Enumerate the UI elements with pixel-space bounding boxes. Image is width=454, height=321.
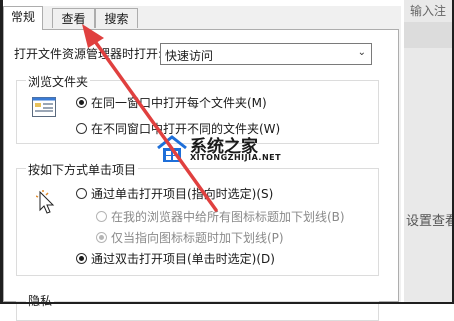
folder-window-icon bbox=[32, 97, 56, 120]
tab-search[interactable]: 搜索 bbox=[95, 8, 138, 28]
radio-button[interactable] bbox=[76, 188, 87, 199]
radio-button[interactable] bbox=[76, 253, 87, 264]
watermark-url: XITONGZHIJIA.NET bbox=[190, 153, 282, 162]
watermark-logo: 系统之家 XITONGZHIJIA.NET bbox=[156, 129, 301, 169]
background-window: 输入注 设置查看 bbox=[404, 0, 454, 302]
radio-double-click[interactable]: 通过双击打开项目(单击时选定)(D) bbox=[76, 250, 275, 267]
browse-folders-title: 浏览文件夹 bbox=[26, 73, 91, 90]
radio-same-window[interactable]: 在同一窗口中打开每个文件夹(M) bbox=[76, 94, 267, 111]
radio-button[interactable] bbox=[76, 123, 87, 134]
tab-view[interactable]: 查看 bbox=[52, 8, 95, 28]
radio-same-window-label: 在同一窗口中打开每个文件夹(M) bbox=[91, 96, 267, 110]
chevron-down-icon: ⌄ bbox=[357, 47, 366, 58]
privacy-group bbox=[16, 301, 379, 321]
house-logo-icon bbox=[157, 135, 187, 162]
radio-double-click-label: 通过双击打开项目(单击时选定)(D) bbox=[91, 252, 275, 266]
background-text-top: 输入注 bbox=[410, 4, 447, 18]
background-bar bbox=[404, 22, 452, 48]
radio-button bbox=[96, 211, 107, 222]
radio-underline-all-label: 在我的浏览器中给所有图标标题加下划线(B) bbox=[111, 210, 345, 224]
cursor-click-icon bbox=[35, 190, 60, 221]
radio-underline-point-label: 仅当指向图标标题时加下划线(P) bbox=[111, 231, 284, 245]
radio-underline-all: 在我的浏览器中给所有图标标题加下划线(B) bbox=[96, 208, 345, 225]
radio-underline-point: 仅当指向图标标题时加下划线(P) bbox=[96, 229, 284, 246]
privacy-title: 隐私 bbox=[26, 292, 55, 309]
open-explorer-value: 快速访问 bbox=[165, 49, 214, 63]
open-explorer-label: 打开文件资源管理器时打开: bbox=[14, 47, 163, 61]
radio-single-click-label: 通过单击打开项目(指向时选定)(S) bbox=[91, 187, 274, 201]
tab-general[interactable]: 常规 bbox=[3, 6, 43, 30]
radio-single-click[interactable]: 通过单击打开项目(指向时选定)(S) bbox=[76, 185, 273, 202]
click-items-title: 按如下方式单击项目 bbox=[26, 161, 139, 178]
open-explorer-select[interactable]: 快速访问 ⌄ bbox=[160, 43, 372, 65]
radio-button bbox=[96, 232, 107, 243]
background-text-mid: 设置查看 bbox=[406, 214, 454, 229]
radio-button[interactable] bbox=[76, 97, 87, 108]
